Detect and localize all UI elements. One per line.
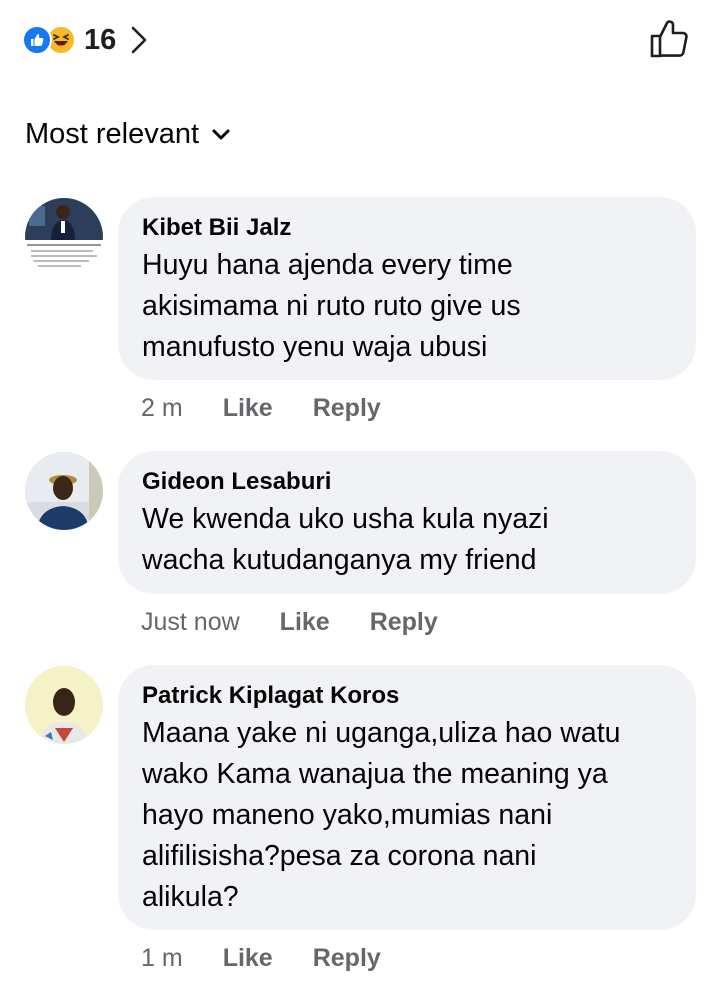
- comment-text: We kwenda uko usha kula nyazi wacha kutu…: [142, 503, 549, 576]
- comment-author[interactable]: Gideon Lesaburi: [142, 465, 672, 499]
- avatar[interactable]: [25, 452, 103, 530]
- comment-time[interactable]: Just now: [141, 608, 240, 637]
- like-reaction-icon: [22, 25, 52, 55]
- comment-actions: Just now Like Reply: [141, 608, 438, 637]
- comment-bubble: Kibet Bii Jalz Huyu hana ajenda every ti…: [118, 197, 696, 380]
- reply-button[interactable]: Reply: [313, 394, 381, 423]
- reactions-summary[interactable]: 16: [22, 20, 148, 60]
- comment-actions: 1 m Like Reply: [141, 944, 381, 973]
- like-outline-icon[interactable]: [648, 18, 690, 60]
- comment-text: Huyu hana ajenda every time akisimama ni…: [142, 249, 521, 363]
- comment-time[interactable]: 2 m: [141, 394, 183, 423]
- sort-label: Most relevant: [25, 118, 200, 150]
- comment-author[interactable]: Patrick Kiplagat Koros: [142, 679, 672, 713]
- reaction-count: 16: [84, 23, 117, 56]
- chevron-right-icon[interactable]: [130, 25, 148, 55]
- comment-author[interactable]: Kibet Bii Jalz: [142, 211, 672, 245]
- avatar[interactable]: [25, 198, 103, 276]
- comment-actions: 2 m Like Reply: [141, 394, 381, 423]
- comment-bubble: Gideon Lesaburi We kwenda uko usha kula …: [118, 451, 696, 594]
- avatar[interactable]: [25, 666, 103, 744]
- like-button[interactable]: Like: [223, 394, 273, 423]
- like-button[interactable]: Like: [223, 944, 273, 973]
- comment-bubble: Patrick Kiplagat Koros Maana yake ni uga…: [118, 665, 696, 930]
- like-button[interactable]: Like: [280, 608, 330, 637]
- comment-time[interactable]: 1 m: [141, 944, 183, 973]
- reply-button[interactable]: Reply: [370, 608, 438, 637]
- comment-text: Maana yake ni uganga,uliza hao watu wako…: [142, 717, 621, 913]
- reply-button[interactable]: Reply: [313, 944, 381, 973]
- sort-dropdown[interactable]: Most relevant: [25, 118, 231, 151]
- chevron-down-icon: [211, 128, 231, 142]
